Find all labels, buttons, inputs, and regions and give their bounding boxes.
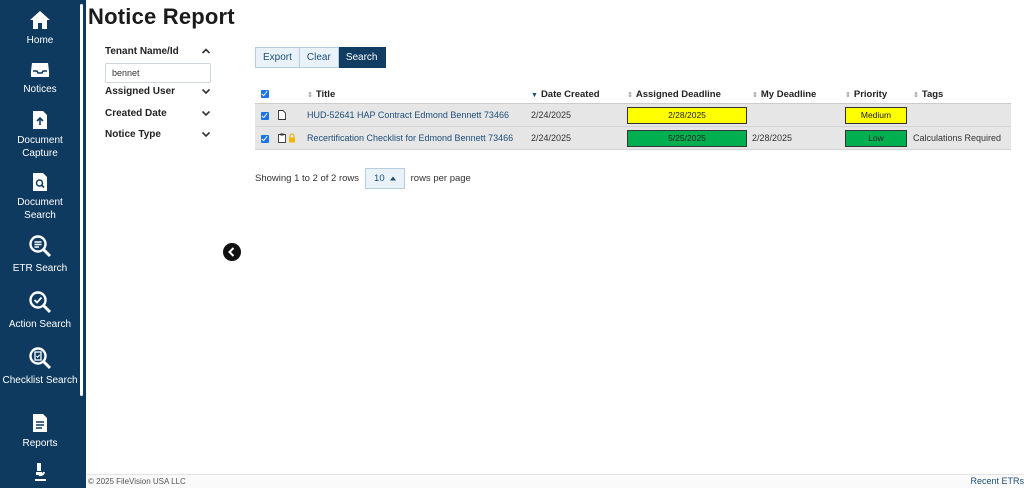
- report-icon: [33, 414, 47, 432]
- column-title-label: Title: [315, 89, 336, 100]
- sidebar-scrollbar[interactable]: [80, 4, 83, 396]
- filter-tenant-toggle[interactable]: Tenant Name/Id: [105, 46, 213, 57]
- row-date-created: 2/24/2025: [531, 110, 572, 120]
- sidebar-item-etr-search[interactable]: ETR Search: [0, 234, 80, 275]
- row-my-deadline: 2/28/2025: [752, 133, 793, 143]
- sort-icon: ⇕: [845, 92, 851, 99]
- sidebar-item-label: Action Search: [8, 319, 72, 330]
- tenant-search-input[interactable]: [105, 63, 211, 83]
- filter-created-date-toggle[interactable]: Created Date: [105, 108, 213, 119]
- sort-icon: ⇕: [913, 92, 919, 99]
- clear-button[interactable]: Clear: [299, 47, 339, 68]
- row-tags: Calculations Required: [913, 133, 1002, 143]
- table-row[interactable]: Recertification Checklist for Edmond Ben…: [255, 127, 1011, 150]
- search-button[interactable]: Search: [338, 47, 386, 68]
- row-title-link[interactable]: Recertification Checklist for Edmond Ben…: [307, 127, 513, 150]
- sidebar-item-home[interactable]: Home: [0, 10, 80, 47]
- sidebar-item-reports[interactable]: Reports: [0, 413, 80, 450]
- row-date-created: 2/24/2025: [531, 133, 572, 143]
- sidebar-item-document-search[interactable]: Document Search: [0, 172, 80, 222]
- sidebar: Home Notices Document Capture Document S…: [0, 0, 86, 488]
- page-size-value: 10: [374, 173, 385, 184]
- table-row[interactable]: HUD-52641 HAP Contract Edmond Bennett 73…: [255, 104, 1011, 127]
- file-search-icon: [33, 173, 47, 191]
- sort-desc-icon: ▼: [531, 92, 538, 99]
- column-priority-label: Priority: [853, 89, 888, 100]
- filter-notice-type-toggle[interactable]: Notice Type: [105, 129, 213, 140]
- pagination: Showing 1 to 2 of 2 rows 10 rows per pag…: [255, 168, 471, 189]
- app-root: Home Notices Document Capture Document S…: [0, 0, 1024, 488]
- clipboard-icon: [278, 133, 286, 143]
- priority-badge: Low: [845, 130, 907, 147]
- sidebar-item-label: ETR Search: [12, 263, 68, 274]
- sidebar-item-label: Checklist Search: [2, 375, 78, 386]
- row-checkbox[interactable]: [261, 112, 269, 120]
- column-priority[interactable]: ⇕ Priority: [845, 89, 887, 100]
- page-size-dropdown[interactable]: 10: [365, 168, 405, 189]
- filter-assigned-user-toggle[interactable]: Assigned User: [105, 86, 213, 97]
- chevron-down-icon: [201, 88, 211, 95]
- chevron-down-icon: [201, 110, 211, 117]
- sidebar-item-label: Notices: [23, 84, 57, 95]
- pagination-summary: Showing 1 to 2 of 2 rows: [255, 173, 360, 184]
- column-date-created[interactable]: ▼ Date Created: [531, 89, 600, 100]
- table-header: ⇕ Title ▼ Date Created ⇕ Assigned Deadline …: [255, 85, 1011, 104]
- chevron-up-icon: [201, 48, 211, 54]
- file-upload-icon: [33, 111, 47, 129]
- export-button[interactable]: Export: [255, 47, 300, 68]
- select-all-checkbox[interactable]: [261, 90, 269, 98]
- lock-icon: [289, 133, 295, 143]
- column-tags-label: Tags: [921, 89, 944, 100]
- row-checkbox[interactable]: [261, 135, 269, 143]
- etr-search-icon: [29, 235, 52, 258]
- assigned-deadline-badge: 2/28/2025: [627, 107, 747, 124]
- sidebar-item-label: Document Capture: [17, 135, 63, 159]
- caret-up-icon: [389, 176, 396, 181]
- sidebar-item-checklist-search[interactable]: Checklist Search: [0, 346, 80, 387]
- filter-notice-type-label: Notice Type: [105, 129, 161, 140]
- sidebar-item-action-search[interactable]: Action Search: [0, 290, 80, 331]
- sidebar-item-lab[interactable]: [0, 462, 80, 486]
- page-title: Notice Report: [88, 4, 235, 29]
- chevron-down-icon: [201, 131, 211, 138]
- filter-assigned-user-label: Assigned User: [105, 86, 176, 97]
- column-assigned-deadline[interactable]: ⇕ Assigned Deadline: [627, 89, 721, 100]
- column-my-deadline-label: My Deadline: [760, 89, 817, 100]
- checklist-search-icon: [29, 347, 52, 370]
- sort-icon: ⇕: [627, 92, 633, 99]
- action-search-icon: [29, 291, 52, 314]
- sidebar-item-document-capture[interactable]: Document Capture: [0, 110, 80, 160]
- sort-icon: ⇕: [307, 92, 313, 99]
- inbox-icon: [31, 63, 49, 77]
- notice-table: ⇕ Title ▼ Date Created ⇕ Assigned Deadline …: [255, 85, 1011, 150]
- sidebar-item-notices[interactable]: Notices: [0, 61, 80, 96]
- column-title[interactable]: ⇕ Title: [307, 89, 335, 100]
- row-title-link[interactable]: HUD-52641 HAP Contract Edmond Bennett 73…: [307, 104, 509, 127]
- home-icon: [30, 11, 50, 29]
- assigned-deadline-badge: 5/25/2025: [627, 130, 747, 147]
- column-assigned-deadline-label: Assigned Deadline: [635, 89, 721, 100]
- pagination-suffix: rows per page: [410, 173, 471, 184]
- sidebar-item-label: Reports: [22, 438, 58, 449]
- collapse-filters-button[interactable]: [223, 243, 241, 261]
- footer: © 2025 FileVision USA LLC Recent ETRs: [86, 474, 1024, 488]
- recent-etrs-link[interactable]: Recent ETRs: [970, 476, 1024, 486]
- filter-tenant-label: Tenant Name/Id: [105, 46, 179, 57]
- sidebar-item-label: Home: [26, 35, 54, 46]
- chevron-left-icon: [228, 247, 235, 257]
- sidebar-item-label: Document Search: [17, 197, 63, 221]
- column-my-deadline[interactable]: ⇕ My Deadline: [752, 89, 816, 100]
- sort-icon: ⇕: [752, 92, 758, 99]
- table-toolbar: Export Clear Search: [255, 47, 386, 68]
- document-icon: [278, 110, 286, 120]
- priority-badge: Medium: [845, 107, 907, 124]
- footer-copyright: © 2025 FileVision USA LLC: [88, 477, 186, 486]
- microscope-icon: [35, 463, 46, 481]
- column-tags[interactable]: ⇕ Tags: [913, 89, 943, 100]
- filter-created-date-label: Created Date: [105, 108, 167, 119]
- column-date-created-label: Date Created: [540, 89, 600, 100]
